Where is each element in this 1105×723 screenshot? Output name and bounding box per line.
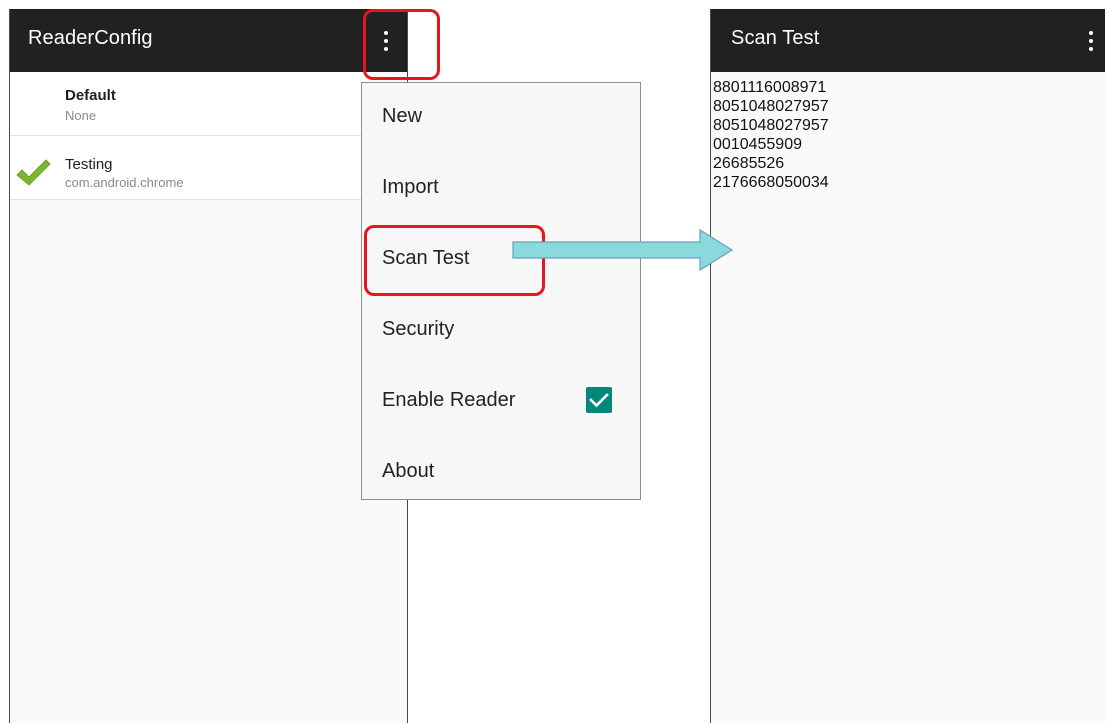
menu-item-label: About [382, 460, 435, 482]
menu-item-label: New [382, 105, 423, 127]
menu-item-about[interactable]: About [362, 438, 640, 509]
menu-item-enable-reader[interactable]: Enable Reader [362, 367, 640, 438]
scan-result-line: 0010455909 [713, 136, 802, 153]
scan-result-line: 8051048027957 [713, 98, 829, 115]
profile-name: Testing [65, 156, 113, 173]
checkbox-check-icon [589, 393, 609, 408]
scan-result-line: 2176668050034 [713, 174, 829, 191]
profile-item-default[interactable]: Default None [10, 72, 407, 136]
menu-item-import[interactable]: Import [362, 154, 640, 225]
reader-config-app-bar: ReaderConfig [10, 9, 407, 72]
enable-reader-checkbox[interactable] [586, 387, 612, 413]
scan-result-line: 8801116008971 [713, 79, 827, 96]
scan-result-line: 8051048027957 [713, 117, 829, 134]
check-mark-icon [16, 159, 51, 186]
overflow-menu-button[interactable] [1079, 27, 1103, 55]
profile-package: None [65, 108, 97, 123]
reader-config-screen: ReaderConfig Default None Testing com.an… [9, 9, 408, 723]
menu-item-label: Enable Reader [382, 389, 516, 411]
scan-test-screen: Scan Test 8801116008971 8051048027957 80… [710, 9, 1105, 723]
menu-item-label: Security [382, 318, 455, 340]
profile-name: Default [65, 87, 116, 104]
overflow-dot [1089, 39, 1093, 43]
scan-results: 8801116008971 8051048027957 805104802795… [713, 78, 829, 192]
profile-item-testing[interactable]: Testing com.android.chrome [10, 136, 407, 200]
reader-config-title: ReaderConfig [28, 27, 153, 49]
menu-item-security[interactable]: Security [362, 296, 640, 367]
overflow-dot [1089, 47, 1093, 51]
scan-result-line: 26685526 [713, 155, 785, 172]
menu-item-new[interactable]: New [362, 83, 640, 154]
profile-package: com.android.chrome [65, 175, 184, 190]
overflow-dot [1089, 31, 1093, 35]
right-arrow-icon [512, 228, 734, 272]
overflow-button-highlight [363, 9, 440, 80]
scan-test-app-bar: Scan Test [711, 9, 1105, 72]
menu-item-label: Import [382, 176, 439, 198]
scan-test-title: Scan Test [731, 27, 820, 49]
